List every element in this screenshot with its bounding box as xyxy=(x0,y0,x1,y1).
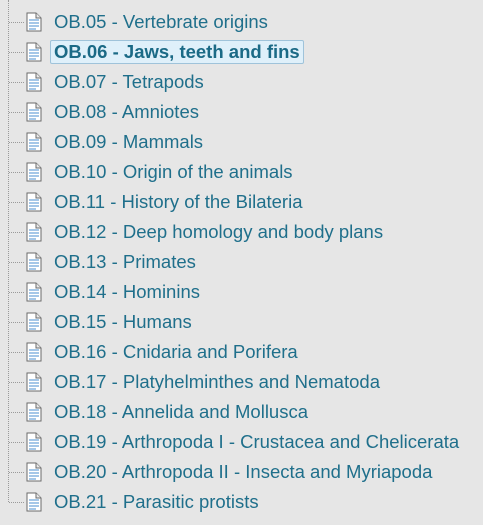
document-icon xyxy=(26,402,42,422)
tree-item-ob12[interactable]: OB.12 - Deep homology and body plans xyxy=(0,217,483,247)
tree-connector xyxy=(9,262,24,263)
tree-item-label[interactable]: OB.10 - Origin of the animals xyxy=(50,160,297,184)
tree-connector xyxy=(9,352,24,353)
tree-item-ob11[interactable]: OB.11 - History of the Bilateria xyxy=(0,187,483,217)
document-icon xyxy=(26,432,42,452)
tree-item-ob06[interactable]: OB.06 - Jaws, teeth and fins xyxy=(0,37,483,67)
document-icon xyxy=(26,342,42,362)
document-icon xyxy=(26,372,42,392)
tree-item-label[interactable]: OB.16 - Cnidaria and Porifera xyxy=(50,340,302,364)
tree-item-ob05[interactable]: OB.05 - Vertebrate origins xyxy=(0,7,483,37)
document-icon xyxy=(26,72,42,92)
tree-item-label[interactable]: OB.08 - Amniotes xyxy=(50,100,203,124)
tree-item-label[interactable]: OB.11 - History of the Bilateria xyxy=(50,190,306,214)
tree-connector xyxy=(9,322,24,323)
tree-connector xyxy=(9,232,24,233)
tree-item-label[interactable]: OB.07 - Tetrapods xyxy=(50,70,208,94)
document-icon xyxy=(26,282,42,302)
tree-connector xyxy=(9,292,24,293)
document-tree: OB.05 - Vertebrate origins OB.06 - Jaws,… xyxy=(0,0,483,525)
tree-item-label[interactable]: OB.13 - Primates xyxy=(50,250,200,274)
tree-item-ob14[interactable]: OB.14 - Hominins xyxy=(0,277,483,307)
tree-item-ob20[interactable]: OB.20 - Arthropoda II - Insecta and Myri… xyxy=(0,457,483,487)
tree-item-label[interactable]: OB.18 - Annelida and Mollusca xyxy=(50,400,312,424)
tree-connector xyxy=(9,502,24,503)
document-icon xyxy=(26,162,42,182)
tree-item-label[interactable]: OB.14 - Hominins xyxy=(50,280,204,304)
tree-connector xyxy=(9,382,24,383)
tree-item-label[interactable]: OB.15 - Humans xyxy=(50,310,196,334)
tree-item-label[interactable]: OB.05 - Vertebrate origins xyxy=(50,10,272,34)
document-icon xyxy=(26,42,42,62)
tree-item-ob17[interactable]: OB.17 - Platyhelminthes and Nematoda xyxy=(0,367,483,397)
tree-item-label-selected[interactable]: OB.06 - Jaws, teeth and fins xyxy=(50,40,304,64)
document-icon xyxy=(26,132,42,152)
tree-connector xyxy=(9,412,24,413)
tree-item-ob08[interactable]: OB.08 - Amniotes xyxy=(0,97,483,127)
tree-item-ob19[interactable]: OB.19 - Arthropoda I - Crustacea and Che… xyxy=(0,427,483,457)
document-icon xyxy=(26,192,42,212)
tree-connector xyxy=(9,52,24,53)
tree-item-label[interactable]: OB.09 - Mammals xyxy=(50,130,207,154)
tree-item-ob09[interactable]: OB.09 - Mammals xyxy=(0,127,483,157)
tree-item-ob15[interactable]: OB.15 - Humans xyxy=(0,307,483,337)
tree-connector xyxy=(9,442,24,443)
document-icon xyxy=(26,312,42,332)
tree-item-label[interactable]: OB.21 - Parasitic protists xyxy=(50,490,263,514)
document-icon xyxy=(26,462,42,482)
tree-connector xyxy=(9,22,24,23)
tree-item-ob16[interactable]: OB.16 - Cnidaria and Porifera xyxy=(0,337,483,367)
tree-item-label[interactable]: OB.12 - Deep homology and body plans xyxy=(50,220,387,244)
tree-connector xyxy=(9,82,24,83)
tree-item-label[interactable]: OB.20 - Arthropoda II - Insecta and Myri… xyxy=(50,460,436,484)
tree-connector xyxy=(9,472,24,473)
tree-connector xyxy=(9,142,24,143)
document-icon xyxy=(26,252,42,272)
tree-item-ob10[interactable]: OB.10 - Origin of the animals xyxy=(0,157,483,187)
tree-item-ob18[interactable]: OB.18 - Annelida and Mollusca xyxy=(0,397,483,427)
tree-item-ob07[interactable]: OB.07 - Tetrapods xyxy=(0,67,483,97)
tree-item-ob13[interactable]: OB.13 - Primates xyxy=(0,247,483,277)
tree-item-ob21[interactable]: OB.21 - Parasitic protists xyxy=(0,487,483,517)
document-icon xyxy=(26,102,42,122)
tree-connector xyxy=(9,202,24,203)
tree-item-label[interactable]: OB.19 - Arthropoda I - Crustacea and Che… xyxy=(50,430,463,454)
tree-item-label[interactable]: OB.17 - Platyhelminthes and Nematoda xyxy=(50,370,384,394)
document-icon xyxy=(26,492,42,512)
tree-connector xyxy=(9,112,24,113)
document-icon xyxy=(26,12,42,32)
tree-connector xyxy=(9,172,24,173)
document-icon xyxy=(26,222,42,242)
